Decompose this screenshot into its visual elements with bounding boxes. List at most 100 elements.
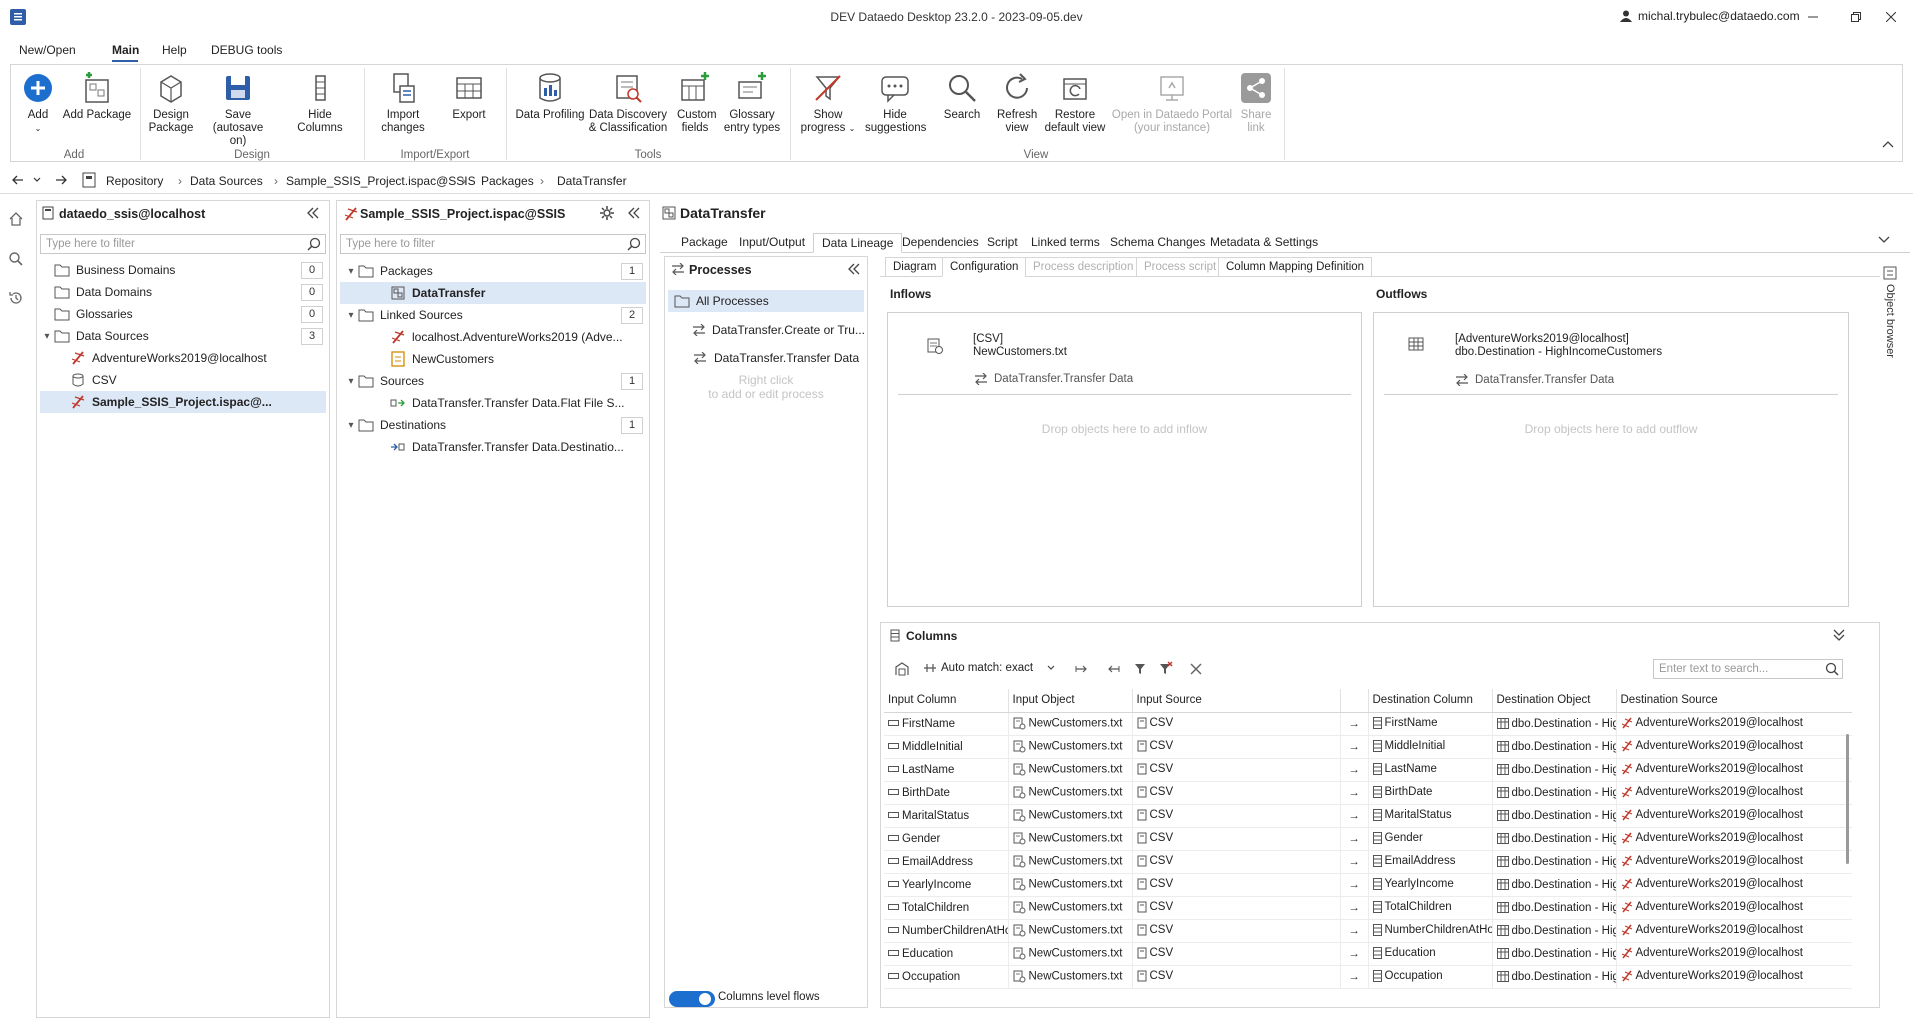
mapping-arrow-cell[interactable]: → <box>1340 758 1369 782</box>
input-object-cell[interactable]: NewCustomers.txt <box>1008 827 1133 851</box>
inflow-object-label[interactable]: NewCustomers.txt <box>973 346 1067 358</box>
input-object-cell[interactable]: NewCustomers.txt <box>1008 873 1133 897</box>
mapping-arrow-cell[interactable]: → <box>1340 735 1369 759</box>
table-row[interactable]: MiddleInitial NewCustomers.txt CSV → MiddleI… <box>884 735 1852 759</box>
grid-scrollbar[interactable] <box>1846 734 1849 864</box>
destination-column-cell[interactable]: Occupation <box>1368 965 1493 989</box>
destination-object-cell[interactable]: dbo.Destination - Hig <box>1492 919 1617 943</box>
destination-object-cell[interactable]: dbo.Destination - Hig <box>1492 804 1617 828</box>
tree-item-newcustomers[interactable]: NewCustomers <box>390 348 644 370</box>
input-object-cell[interactable]: NewCustomers.txt <box>1008 850 1133 874</box>
input-object-cell[interactable]: NewCustomers.txt <box>1008 758 1133 782</box>
refresh-view-button[interactable]: Refresh view <box>994 70 1040 135</box>
tree-item-glossaries[interactable]: Glossaries <box>40 303 326 325</box>
mapping-arrow-cell[interactable]: → <box>1340 919 1369 943</box>
custom-fields-button[interactable]: Custom fields <box>674 70 717 135</box>
mapping-arrow-cell[interactable]: → <box>1340 827 1369 851</box>
auto-match-dropdown[interactable]: Auto match: exact <box>923 662 1055 674</box>
destination-source-cell[interactable]: AdventureWorks2019@localhost <box>1616 850 1852 874</box>
table-row[interactable]: EmailAddress NewCustomers.txt CSV → EmailAdd… <box>884 850 1852 874</box>
input-object-cell[interactable]: NewCustomers.txt <box>1008 781 1133 805</box>
collapse-panel-button[interactable] <box>306 206 320 220</box>
tabs-overflow-button[interactable] <box>1878 236 1890 244</box>
input-source-cell[interactable]: CSV <box>1132 712 1341 736</box>
menu-tab-debug-tools[interactable]: DEBUG tools <box>211 43 282 57</box>
input-column-cell[interactable]: Education <box>884 942 1009 966</box>
inflow-source-label[interactable]: [CSV] <box>973 333 1003 345</box>
collapse-panel-button[interactable] <box>627 206 641 220</box>
mapping-arrow-cell[interactable]: → <box>1340 781 1369 805</box>
destination-object-cell[interactable]: dbo.Destination - Hig <box>1492 781 1617 805</box>
header-input-column[interactable]: Input Column <box>884 689 1009 713</box>
data-discovery-button[interactable]: Data Discovery & Classification <box>588 70 668 135</box>
input-object-cell[interactable]: NewCustomers.txt <box>1008 712 1133 736</box>
collapse-processes-button[interactable] <box>847 262 861 276</box>
input-object-cell[interactable]: NewCustomers.txt <box>1008 804 1133 828</box>
tree-item-sources[interactable]: ▾ Sources <box>344 370 644 392</box>
destination-source-cell[interactable]: AdventureWorks2019@localhost <box>1616 758 1852 782</box>
tree-item-adventureworks[interactable]: AdventureWorks2019@localhost <box>70 347 326 369</box>
header-destination-column[interactable]: Destination Column <box>1368 689 1493 713</box>
input-source-cell[interactable]: CSV <box>1132 804 1341 828</box>
tab-schema-changes[interactable]: Schema Changes <box>1102 233 1213 253</box>
input-column-cell[interactable]: Gender <box>884 827 1009 851</box>
restore-default-view-button[interactable]: Restore default view <box>1043 70 1107 135</box>
mapping-arrow-cell[interactable]: → <box>1340 942 1369 966</box>
forward-button[interactable] <box>55 175 67 185</box>
destination-column-cell[interactable]: EmailAddress <box>1368 850 1493 874</box>
table-row[interactable]: LastName NewCustomers.txt CSV → LastName dbo.… <box>884 758 1852 782</box>
destination-object-cell[interactable]: dbo.Destination - Hig <box>1492 758 1617 782</box>
destination-object-cell[interactable]: dbo.Destination - Hig <box>1492 965 1617 989</box>
destination-source-cell[interactable]: AdventureWorks2019@localhost <box>1616 735 1852 759</box>
destination-object-cell[interactable]: dbo.Destination - Hig <box>1492 850 1617 874</box>
destination-object-cell[interactable]: dbo.Destination - Hig <box>1492 712 1617 736</box>
destination-source-cell[interactable]: AdventureWorks2019@localhost <box>1616 827 1852 851</box>
breadcrumb-item-data-sources[interactable]: Data Sources <box>190 174 263 188</box>
input-object-cell[interactable]: NewCustomers.txt <box>1008 965 1133 989</box>
input-column-cell[interactable]: EmailAddress <box>884 850 1009 874</box>
filter-button[interactable] <box>1134 663 1146 675</box>
tree-item-linked-sources[interactable]: ▾ Linked Sources <box>344 304 644 326</box>
restore-button[interactable] <box>1842 6 1870 28</box>
map-right-button[interactable] <box>1075 664 1089 674</box>
destination-object-cell[interactable]: dbo.Destination - Hig <box>1492 735 1617 759</box>
tree-item-data-sources[interactable]: ▾ Data Sources <box>40 325 326 347</box>
header-input-source[interactable]: Input Source <box>1132 689 1341 713</box>
import-changes-button[interactable]: Import changes <box>378 70 428 135</box>
save-button[interactable]: Save (autosave on) <box>198 70 278 148</box>
tree-item-destinations[interactable]: ▾ Destinations <box>344 414 644 436</box>
mapping-arrow-cell[interactable]: → <box>1340 850 1369 874</box>
object-browser-tab[interactable]: Object browser <box>1876 266 1906 376</box>
destination-column-cell[interactable]: FirstName <box>1368 712 1493 736</box>
header-destination-object[interactable]: Destination Object <box>1492 689 1617 713</box>
destination-source-cell[interactable]: AdventureWorks2019@localhost <box>1616 965 1852 989</box>
destination-column-cell[interactable]: Gender <box>1368 827 1493 851</box>
clear-filter-button[interactable] <box>1159 661 1173 675</box>
table-row[interactable]: Occupation NewCustomers.txt CSV → Occupation… <box>884 965 1852 989</box>
table-row[interactable]: BirthDate NewCustomers.txt CSV → BirthDate db… <box>884 781 1852 805</box>
input-column-cell[interactable]: NumberChildrenAtHo <box>884 919 1009 943</box>
input-object-cell[interactable]: NewCustomers.txt <box>1008 896 1133 920</box>
hide-suggestions-button[interactable]: Hide suggestions <box>865 70 926 135</box>
input-column-cell[interactable]: Occupation <box>884 965 1009 989</box>
glossary-entry-types-button[interactable]: Glossary entry types <box>720 70 784 135</box>
breadcrumb-item-datatransfer[interactable]: DataTransfer <box>557 174 627 188</box>
inflows-dropzone[interactable] <box>887 312 1362 607</box>
table-row[interactable]: NumberChildrenAtHo NewCustomers.txt CSV → Nu… <box>884 919 1852 943</box>
columns-search-input[interactable]: Enter text to search... <box>1653 659 1843 679</box>
tree-item-sample-ssis-project[interactable]: Sample_SSIS_Project.ispac@... <box>40 391 326 413</box>
destination-object-cell[interactable]: dbo.Destination - Hig <box>1492 827 1617 851</box>
breadcrumb-item-packages[interactable]: Packages <box>481 174 534 188</box>
inflow-process[interactable]: DataTransfer.Transfer Data <box>974 373 1133 385</box>
destination-source-cell[interactable]: AdventureWorks2019@localhost <box>1616 781 1852 805</box>
menu-tab-help[interactable]: Help <box>162 43 187 57</box>
user-account[interactable]: michal.trybulec@dataedo.com <box>1620 9 1800 23</box>
tab-dependencies[interactable]: Dependencies <box>894 233 987 253</box>
input-source-cell[interactable]: CSV <box>1132 781 1341 805</box>
destination-object-cell[interactable]: dbo.Destination - Hig <box>1492 896 1617 920</box>
tree-item-csv[interactable]: CSV <box>70 369 326 391</box>
rail-search-button[interactable] <box>8 251 24 267</box>
export-button[interactable]: Export <box>444 70 494 122</box>
destination-object-cell[interactable]: dbo.Destination - Hig <box>1492 873 1617 897</box>
input-source-cell[interactable]: CSV <box>1132 827 1341 851</box>
